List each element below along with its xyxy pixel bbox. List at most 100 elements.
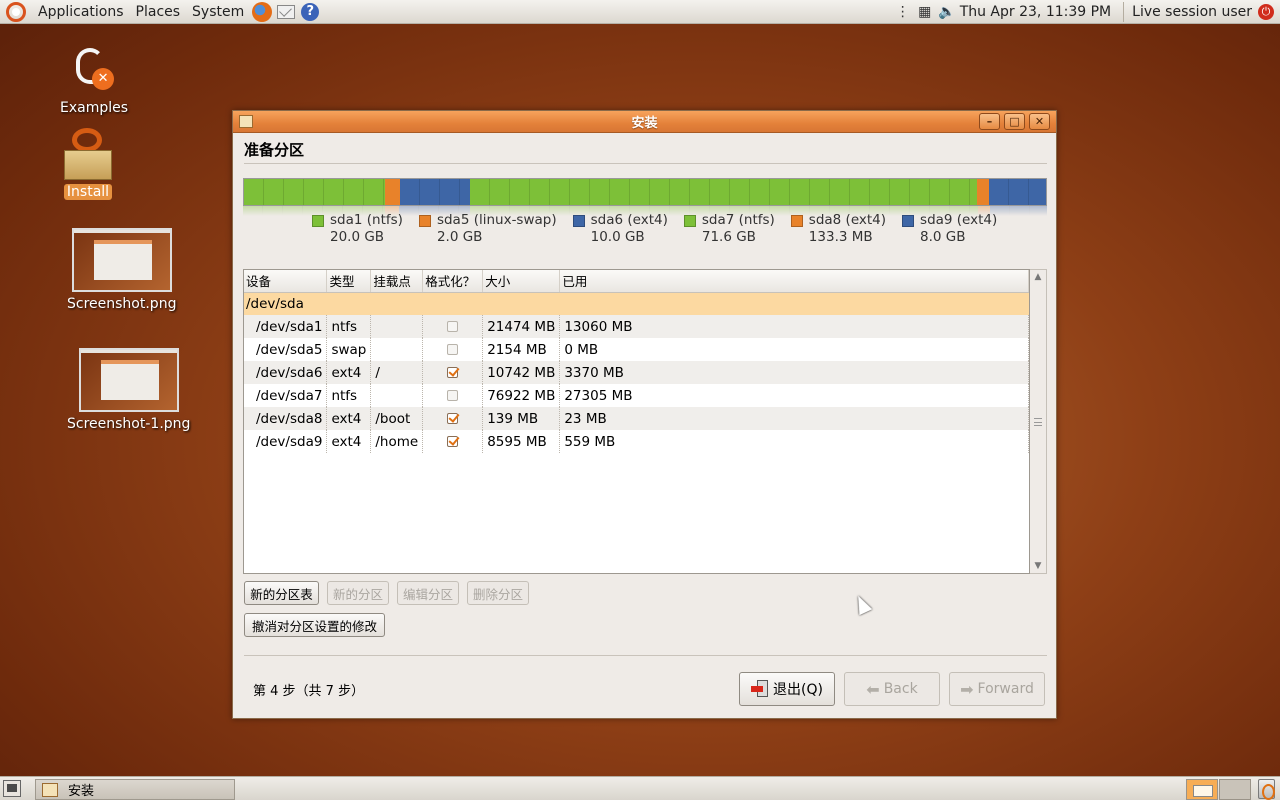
partition-segment (989, 179, 1046, 205)
maximize-button[interactable]: □ (1004, 113, 1025, 130)
ubuntu-logo-icon[interactable] (6, 1, 26, 22)
format-checkbox[interactable] (447, 321, 459, 332)
show-desktop-icon[interactable] (3, 780, 21, 797)
firefox-icon (252, 1, 273, 22)
device-cell: /dev/sda7 (244, 384, 328, 407)
desktop-icon-screenshot[interactable]: Screenshot.png (64, 228, 179, 312)
session-user[interactable]: Live session user (1128, 4, 1256, 20)
step-indicator: 第 4 步（共 7 步） (253, 684, 365, 699)
forward-button-label: Forward (977, 681, 1034, 697)
legend-swatch (790, 215, 803, 227)
used-cell: 559 MB (559, 430, 1029, 453)
type-cell: ntfs (326, 384, 372, 407)
type-cell: ext4 (326, 361, 372, 384)
clock[interactable]: Thu Apr 23, 11:39 PM (958, 4, 1119, 20)
menu-system[interactable]: System (186, 0, 250, 24)
volume-icon[interactable]: 🔈 (938, 4, 955, 20)
format-checkbox[interactable] (447, 344, 459, 355)
column-header-type[interactable]: 类型 (326, 270, 372, 293)
table-row[interactable]: /dev/sda7 ntfs 76922 MB 27305 MB (244, 384, 1029, 407)
table-row[interactable]: /dev/sda1 ntfs 21474 MB 13060 MB (244, 315, 1029, 338)
handle-icon: ⋮ (895, 3, 910, 20)
window-title: 安装 (631, 116, 658, 131)
help-icon: ? (301, 2, 320, 21)
table-row[interactable]: /dev/sda9 ext4/home 8595 MB 559 MB (244, 430, 1029, 453)
scroll-grip[interactable] (1034, 418, 1042, 426)
legend-swatch (572, 215, 585, 227)
examples-icon: ✕ (70, 48, 118, 96)
taskbar-item-installer[interactable]: 安装 (35, 779, 235, 800)
device-cell: /dev/sda5 (244, 338, 328, 361)
vertical-scrollbar[interactable]: ▲ ▼ (1030, 269, 1047, 574)
desktop-icon-screenshot-1[interactable]: Screenshot-1.png (64, 348, 193, 432)
desktop-icon-label: Screenshot.png (67, 296, 177, 312)
column-header-device[interactable]: 设备 (244, 270, 328, 293)
trash-icon[interactable] (1258, 779, 1275, 800)
type-cell: ext4 (326, 407, 372, 430)
divider (244, 163, 1047, 164)
scroll-down-icon[interactable]: ▼ (1033, 561, 1043, 571)
new-partition-button[interactable]: 新的分区 (327, 581, 389, 605)
table-row[interactable]: /dev/sda5 swap 2154 MB 0 MB (244, 338, 1029, 361)
legend-item: sda6 (ext4) 10.0 GB (572, 212, 668, 246)
network-icon[interactable]: ▦ (917, 4, 933, 20)
table-row[interactable]: /dev/sda8 ext4/boot 139 MB 23 MB (244, 407, 1029, 430)
menu-applications[interactable]: Applications (32, 0, 130, 24)
menu-places[interactable]: Places (130, 0, 187, 24)
partition-segment (244, 179, 386, 205)
type-cell: ntfs (326, 315, 372, 338)
new-partition-table-button[interactable]: 新的分区表 (244, 581, 319, 605)
revert-changes-button[interactable]: 撤消对分区设置的修改 (244, 613, 385, 637)
size-cell: 21474 MB (482, 315, 561, 338)
column-header-format[interactable]: 格式化？ (422, 270, 484, 293)
divider (244, 655, 1047, 656)
format-checkbox[interactable] (447, 413, 459, 424)
image-thumbnail-icon (78, 348, 179, 412)
mount-cell (370, 315, 424, 338)
desktop-icon-label: Screenshot-1.png (67, 416, 191, 432)
power-icon[interactable]: ⏻ (1258, 3, 1274, 20)
mail-launcher[interactable] (275, 1, 297, 23)
column-header-mount[interactable]: 挂载点 (370, 270, 424, 293)
partition-segment (399, 179, 471, 205)
format-checkbox[interactable] (447, 367, 459, 378)
format-cell (422, 361, 484, 384)
format-cell (422, 338, 484, 361)
used-cell: 0 MB (559, 338, 1029, 361)
legend-size: 20.0 GB (330, 229, 385, 245)
size-cell: 10742 MB (482, 361, 561, 384)
close-button[interactable]: ✕ (1029, 113, 1050, 130)
back-button-label: Back (883, 681, 918, 697)
table-row-disk[interactable]: /dev/sda (244, 292, 1029, 315)
used-cell: 3370 MB (559, 361, 1029, 384)
legend-name: sda8 (ext4) (808, 212, 887, 228)
legend-name: sda7 (ntfs) (701, 212, 775, 228)
table-row[interactable]: /dev/sda6 ext4/ 10742 MB 3370 MB (244, 361, 1029, 384)
legend-name: sda1 (ntfs) (330, 212, 403, 228)
column-header-used[interactable]: 已用 (559, 270, 1029, 293)
edit-partition-button[interactable]: 编辑分区 (397, 581, 459, 605)
type-cell: ext4 (326, 430, 372, 453)
desktop-icon-install[interactable]: Install (62, 128, 114, 200)
delete-partition-button[interactable]: 删除分区 (467, 581, 529, 605)
back-button[interactable]: ⬅ Back (844, 672, 940, 706)
desktop-icon-examples[interactable]: ✕ Examples (57, 48, 131, 116)
forward-button[interactable]: ➡ Forward (949, 672, 1045, 706)
firefox-launcher[interactable] (251, 1, 273, 23)
format-checkbox[interactable] (447, 390, 459, 401)
workspace-2[interactable] (1219, 779, 1251, 800)
quit-button-label: 退出(Q) (773, 682, 823, 698)
minimize-button[interactable]: – (979, 113, 1000, 130)
legend-item: sda1 (ntfs) 20.0 GB (312, 212, 403, 246)
mail-icon (277, 4, 296, 19)
column-header-size[interactable]: 大小 (482, 270, 561, 293)
help-launcher[interactable]: ? (299, 1, 321, 23)
scroll-up-icon[interactable]: ▲ (1033, 272, 1043, 282)
legend-size: 10.0 GB (590, 229, 645, 245)
quit-button[interactable]: 退出(Q) (739, 672, 835, 706)
window-titlebar[interactable]: 安装 – □ ✕ (233, 111, 1056, 133)
format-checkbox[interactable] (447, 436, 459, 447)
workspace-1[interactable] (1186, 779, 1218, 800)
taskbar-item-label: 安装 (68, 784, 95, 799)
partition-segment (976, 179, 990, 205)
